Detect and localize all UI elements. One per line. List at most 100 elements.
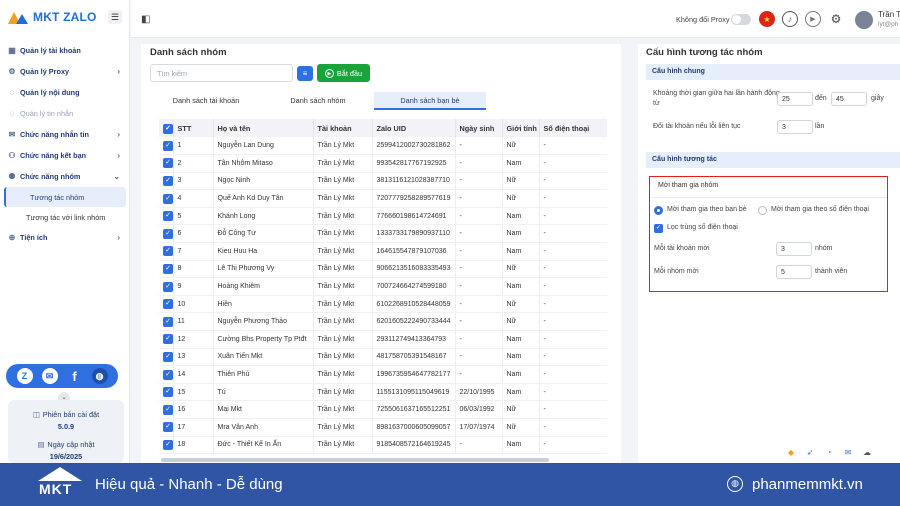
per-account-input[interactable]: 3 — [776, 242, 812, 256]
table-row[interactable]: ✓ 14 Thiên Phú Trần Lý Mkt 19967359546477821… — [159, 365, 607, 384]
messenger-icon[interactable]: ✉ — [41, 368, 58, 384]
app-logo[interactable]: MKT ZALO — [8, 10, 97, 24]
table-row[interactable]: ✓ 11 Nguyễn Phương Thảo Trần Lý Mkt 62016052… — [159, 312, 607, 332]
menu-toggle-button[interactable]: ☰ — [108, 10, 122, 24]
rocket-icon[interactable]: ➶ — [805, 448, 815, 457]
sidebar-item-proxy[interactable]: ⚙ Quản lý Proxy › — [0, 61, 130, 82]
cloud-icon[interactable]: ☁ — [862, 448, 872, 457]
table-cell: Tú — [213, 383, 314, 402]
row-checkbox[interactable]: ✓ — [159, 207, 174, 226]
globe-icon[interactable]: ◍ — [91, 368, 108, 384]
sidebar-item-messages[interactable]: ◌ Quản lý tin nhắn — [0, 103, 130, 124]
divider — [652, 197, 886, 198]
play-icon[interactable]: ▶ — [805, 11, 821, 27]
radio-invite-friends[interactable] — [654, 206, 663, 215]
tab-accounts[interactable]: Danh sách tài khoản — [150, 92, 262, 110]
table-row[interactable]: ✓ 8 Lê Thị Phương Vy Trần Lý Mkt 90662135160… — [159, 260, 607, 279]
switch-account-input[interactable]: 3 — [777, 120, 813, 134]
row-checkbox[interactable]: ✓ — [159, 154, 174, 173]
row-checkbox[interactable]: ✓ — [159, 295, 174, 314]
row-checkbox[interactable]: ✓ — [159, 172, 174, 191]
sidebar-item-groups[interactable]: ⚉ Chức năng nhóm ⌄ — [0, 166, 130, 187]
column-header[interactable]: Số điện thoại — [539, 119, 607, 137]
row-checkbox[interactable]: ✓ — [159, 224, 174, 244]
gear-icon[interactable]: ⚙ — [828, 11, 844, 27]
radio-invite-phone[interactable] — [758, 206, 767, 215]
vietnam-flag-icon[interactable]: ★ — [759, 11, 775, 27]
horizontal-scrollbar[interactable] — [161, 458, 549, 462]
search-input[interactable]: Tìm kiếm — [150, 64, 293, 82]
sidebar-item-content[interactable]: ◌ Quản lý nội dung — [0, 82, 130, 103]
table-row[interactable]: ✓ 7 Kieu Huu Ha Trần Lý Mkt 1646155478791070… — [159, 242, 607, 261]
table-row[interactable]: ✓ 10 Hiền Trần Lý Mkt 6102268910528448059- Nữ… — [159, 295, 607, 314]
table-row[interactable]: ✓ 5 Khánh Long Trần Lý Mkt 77666019861472469… — [159, 207, 607, 226]
column-header[interactable]: STT — [173, 119, 214, 137]
start-button[interactable]: ▶ Bắt đầu — [317, 64, 370, 82]
table-row[interactable]: ✓ 2 Tân Nhôm Mitaso Trần Lý Mkt 993542817767… — [159, 154, 607, 173]
column-header[interactable]: Giới tính — [502, 119, 540, 137]
table-cell: 700724664274599180 — [372, 277, 456, 296]
row-checkbox[interactable]: ✓ — [159, 330, 174, 349]
table-row[interactable]: ✓ 1 Nguyễn Lan Dung Trần Lý Mkt 259941200273… — [159, 137, 607, 156]
table-row[interactable]: ✓ 15 Tú Trần Lý Mkt 1155131095115049619 22/10… — [159, 383, 607, 402]
column-header[interactable]: Ngày sinh — [455, 119, 503, 137]
table-row[interactable]: ✓ 18 Đức - Thiết Kế In Ấn Trần Lý Mkt 918540… — [159, 436, 607, 455]
check-icon: ✓ — [163, 281, 172, 292]
per-group-input[interactable]: 5 — [776, 265, 812, 279]
sidebar-subitem-group-interaction[interactable]: Tương tác nhóm — [4, 187, 126, 207]
footer-site[interactable]: phanmemmkt.vn — [752, 476, 863, 493]
table-row[interactable]: ✓ 6 Đỗ Công Tư Trần Lý Mkt 13337331798909371… — [159, 224, 607, 244]
table-row[interactable]: ✓ 17 Mra Vân Anh Trần Lý Mkt 898163700060509… — [159, 418, 607, 437]
proxy-toggle[interactable] — [731, 14, 751, 25]
row-checkbox[interactable]: ✓ — [159, 277, 174, 296]
row-checkbox[interactable]: ✓ — [159, 418, 174, 437]
row-checkbox[interactable]: ✓ — [159, 400, 174, 419]
dedupe-checkbox[interactable]: ✓ — [654, 224, 663, 233]
column-header[interactable]: Tài khoản — [313, 119, 373, 137]
table-cell: Nam — [502, 436, 540, 455]
table-cell: Hiền — [213, 295, 314, 314]
sidebar-item-friends[interactable]: ⚇ Chức năng kết bạn › — [0, 145, 130, 166]
sidebar-subitem-group-link[interactable]: Tương tác với link nhóm — [0, 207, 130, 227]
bell-icon[interactable]: ♪ — [782, 11, 798, 27]
tab-groups[interactable]: Danh sách nhóm — [262, 92, 374, 110]
row-checkbox[interactable]: ✓ — [159, 365, 174, 384]
chart-icon[interactable]: ◔ — [824, 448, 834, 457]
table-row[interactable]: ✓ 4 Quế Anh Kd Duy Tân Trần Lý Mkt 720777925… — [159, 189, 607, 208]
row-checkbox[interactable]: ✓ — [159, 242, 174, 261]
row-checkbox[interactable]: ✓ — [159, 189, 174, 208]
table-row[interactable]: ✓ 9 Hoàng Khiêm Trần Lý Mkt 7007246642745991… — [159, 277, 607, 296]
sidebar-item-accounts[interactable]: ▦ Quản lý tài khoản — [0, 40, 130, 61]
row-checkbox[interactable]: ✓ — [159, 137, 174, 156]
mail-icon[interactable]: ✉ — [843, 448, 853, 457]
zalo-icon[interactable]: Z — [16, 368, 33, 384]
row-checkbox[interactable]: ✓ — [159, 383, 174, 402]
table-row[interactable]: ✓ 13 Xuân Tiến Mkt Trần Lý Mkt 4817587053915… — [159, 348, 607, 367]
interval-to-input[interactable]: 45 — [831, 92, 867, 106]
sidebar-item-label: Quản lý nội dung — [20, 88, 80, 97]
filter-button[interactable]: ≡ — [297, 66, 313, 81]
table-cell: Mra Vân Anh — [213, 418, 314, 437]
sidebar-item-utilities[interactable]: ⊕ Tiện ích › — [0, 227, 130, 248]
table-row[interactable]: ✓ 16 Mai Mkt Trần Lý Mkt 7255061637165512251… — [159, 400, 607, 419]
row-checkbox[interactable]: ✓ — [159, 436, 174, 455]
table-row[interactable]: ✓ 12 Cường Bhs Property Tp Ptđt Trần Lý Mkt… — [159, 330, 607, 349]
row-checkbox[interactable]: ✓ — [159, 312, 174, 332]
table-cell: Nguyễn Lan Dung — [213, 137, 314, 156]
interval-from-input[interactable]: 25 — [777, 92, 813, 106]
column-header[interactable]: Zalo UID — [372, 119, 456, 137]
sidebar-item-messaging[interactable]: ✉ Chức năng nhắn tin › — [0, 124, 130, 145]
tab-friends[interactable]: Danh sách bạn bè — [374, 92, 486, 110]
avatar[interactable] — [855, 11, 873, 29]
sidebar-item-label: Tiện ích — [20, 233, 48, 242]
table-cell: 16 — [173, 400, 214, 419]
row-checkbox[interactable]: ✓ — [159, 260, 174, 279]
select-all-checkbox[interactable]: ✓ — [159, 119, 174, 137]
table-cell: - — [455, 295, 503, 314]
facebook-icon[interactable]: f — [67, 368, 83, 384]
bulb-icon[interactable]: ◆ — [786, 448, 796, 457]
row-checkbox[interactable]: ✓ — [159, 348, 174, 367]
table-row[interactable]: ✓ 3 Ngọc Ninh Trần Lý Mkt 381311612102838771… — [159, 172, 607, 191]
column-header[interactable]: Họ và tên — [213, 119, 314, 137]
collapse-sidebar-icon[interactable]: ◧ — [141, 14, 150, 25]
